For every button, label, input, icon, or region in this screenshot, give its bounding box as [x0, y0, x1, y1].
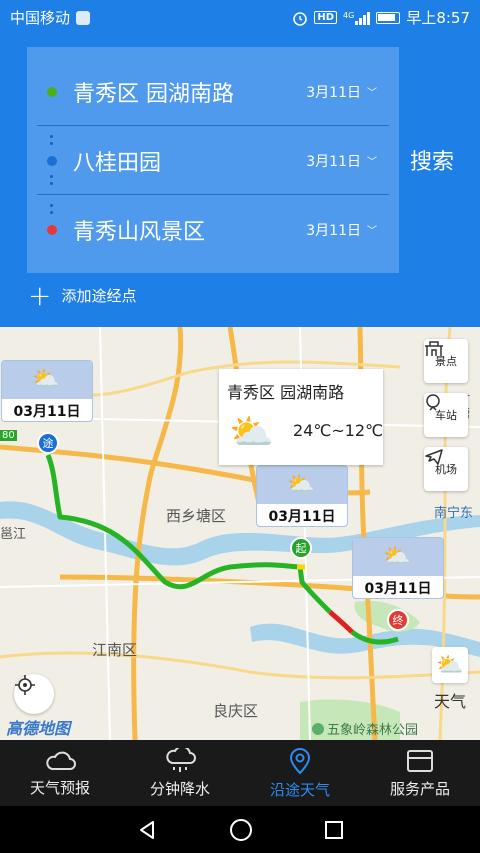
chevron-down-icon: ﹀ — [367, 157, 377, 168]
tab-route-weather[interactable]: 沿途天气 — [240, 740, 360, 806]
weather-card[interactable]: ⛅ 03月11日 — [1, 360, 93, 422]
signal-icon: 4G — [343, 10, 371, 25]
home-icon[interactable] — [229, 818, 253, 842]
bottom-tab-bar: 天气预报 分钟降水 沿途天气 服务产品 — [0, 740, 480, 806]
tab-label: 服务产品 — [389, 779, 450, 798]
map-view[interactable]: ⛅ 03月11日 ⛅ 03月11日 ⛅ 03月11日 青秀区 园湖南路 ⛅ 24… — [0, 327, 480, 740]
network-type-label: 4G — [343, 10, 355, 20]
battery-icon — [376, 11, 401, 24]
station-button[interactable]: 车站 — [424, 393, 468, 437]
route-stop-end[interactable]: 青秀山风景区 3月11日 ﹀ — [37, 195, 389, 264]
back-icon[interactable] — [136, 819, 158, 841]
status-bar: 中国移动 HD 4G 早上8:57 — [0, 0, 480, 32]
weather-card-date: 03月11日 — [364, 581, 432, 597]
tab-label: 天气预报 — [29, 778, 90, 797]
search-button[interactable]: 搜索 — [410, 144, 454, 176]
route-stop-date[interactable]: 3月11日 ﹀ — [306, 82, 377, 102]
partly-cloudy-icon: ⛅ — [383, 544, 411, 569]
alarm-icon — [293, 11, 308, 26]
tab-minute-precipitation[interactable]: 分钟降水 — [120, 740, 240, 806]
airport-button[interactable]: 机场 — [424, 447, 468, 491]
start-dot-icon — [47, 86, 57, 97]
partly-cloudy-icon: ⛅ — [32, 367, 60, 392]
route-stop-name: 八桂田园 — [73, 150, 162, 176]
rain-cloud-icon — [166, 747, 196, 772]
district-label: 西乡塘区 — [166, 507, 227, 525]
weather-layer-toggle[interactable]: ⛅ — [432, 647, 468, 683]
amap-logo: 高德地图 — [6, 719, 71, 738]
route-header: 青秀区 园湖南路 3月11日 ﹀ 八桂田园 3月11日 ﹀ 青秀山风景区 3月11日… — [0, 32, 480, 327]
carrier-label: 中国移动 — [10, 9, 71, 27]
end-dot-icon — [47, 224, 57, 235]
route-card: 青秀区 园湖南路 3月11日 ﹀ 八桂田园 3月11日 ﹀ 青秀山风景区 3月11日… — [27, 47, 399, 273]
landmark-icon — [425, 341, 443, 356]
park-icon — [312, 722, 324, 735]
clock-label: 早上8:57 — [406, 9, 470, 27]
start-marker[interactable]: 起 — [290, 537, 312, 559]
route-stop-middle[interactable]: 八桂田园 3月11日 ﹀ — [37, 126, 389, 195]
weather-card[interactable]: ⛅ 03月11日 — [256, 465, 348, 527]
partly-cloudy-icon: ⛅ — [287, 472, 315, 497]
system-navigation-bar — [0, 806, 480, 853]
tab-service-products[interactable]: 服务产品 — [360, 740, 480, 806]
chevron-down-icon: ﹀ — [367, 88, 377, 99]
weather-cloud-icon: ⛅ — [436, 652, 464, 678]
hd-badge: HD — [314, 11, 338, 24]
district-label: 良庆区 — [213, 702, 259, 720]
road-number-badge: 80 — [0, 430, 17, 441]
partly-cloudy-icon: ⛅ — [229, 412, 274, 453]
river-label: 邕江 — [0, 527, 27, 542]
popup-title: 青秀区 园湖南路 — [227, 383, 345, 402]
park-label: 五象岭森林公园 — [312, 719, 418, 738]
scenic-spots-button[interactable]: 景点 — [424, 339, 468, 383]
route-stop-date[interactable]: 3月11日 ﹀ — [306, 151, 377, 171]
plus-icon: + — [28, 278, 52, 312]
add-waypoint-button[interactable]: + 添加途经点 — [28, 278, 137, 312]
notification-icon — [76, 10, 91, 25]
recent-apps-icon[interactable] — [324, 820, 344, 840]
weather-popup[interactable]: 青秀区 园湖南路 ⛅ 24℃~12℃ — [219, 369, 383, 465]
waypoint-dot-icon — [47, 155, 57, 166]
weather-card[interactable]: ⛅ 03月11日 — [352, 537, 444, 599]
route-connector — [50, 175, 53, 189]
crosshair-icon — [15, 675, 35, 695]
waypoint-marker[interactable]: 途 — [37, 432, 59, 454]
package-icon — [407, 749, 433, 772]
popup-temperature: 24℃~12℃ — [293, 421, 384, 440]
end-marker[interactable]: 终 — [387, 609, 409, 631]
route-stop-name: 青秀区 园湖南路 — [73, 81, 234, 107]
route-stop-start[interactable]: 青秀区 园湖南路 3月11日 ﹀ — [37, 57, 389, 126]
location-pin-icon — [289, 747, 311, 774]
station-label: 南宁东 — [434, 506, 474, 521]
weather-card-date: 03月11日 — [268, 509, 336, 525]
chevron-down-icon: ﹀ — [367, 226, 377, 237]
weather-card-date: 03月11日 — [13, 404, 81, 420]
route-stop-date[interactable]: 3月11日 ﹀ — [306, 220, 377, 240]
station-icon — [426, 394, 440, 411]
weather-layer-label: 天气 — [433, 692, 466, 711]
tab-label: 分钟降水 — [149, 779, 210, 798]
district-label: 江南区 — [92, 641, 138, 659]
tab-weather-forecast[interactable]: 天气预报 — [0, 740, 120, 806]
tab-label: 沿途天气 — [269, 780, 330, 799]
cloud-icon — [46, 751, 76, 770]
route-stop-name: 青秀山风景区 — [73, 219, 206, 245]
add-waypoint-label: 添加途经点 — [61, 287, 137, 305]
locate-button[interactable] — [14, 674, 54, 714]
airplane-icon — [425, 449, 443, 465]
